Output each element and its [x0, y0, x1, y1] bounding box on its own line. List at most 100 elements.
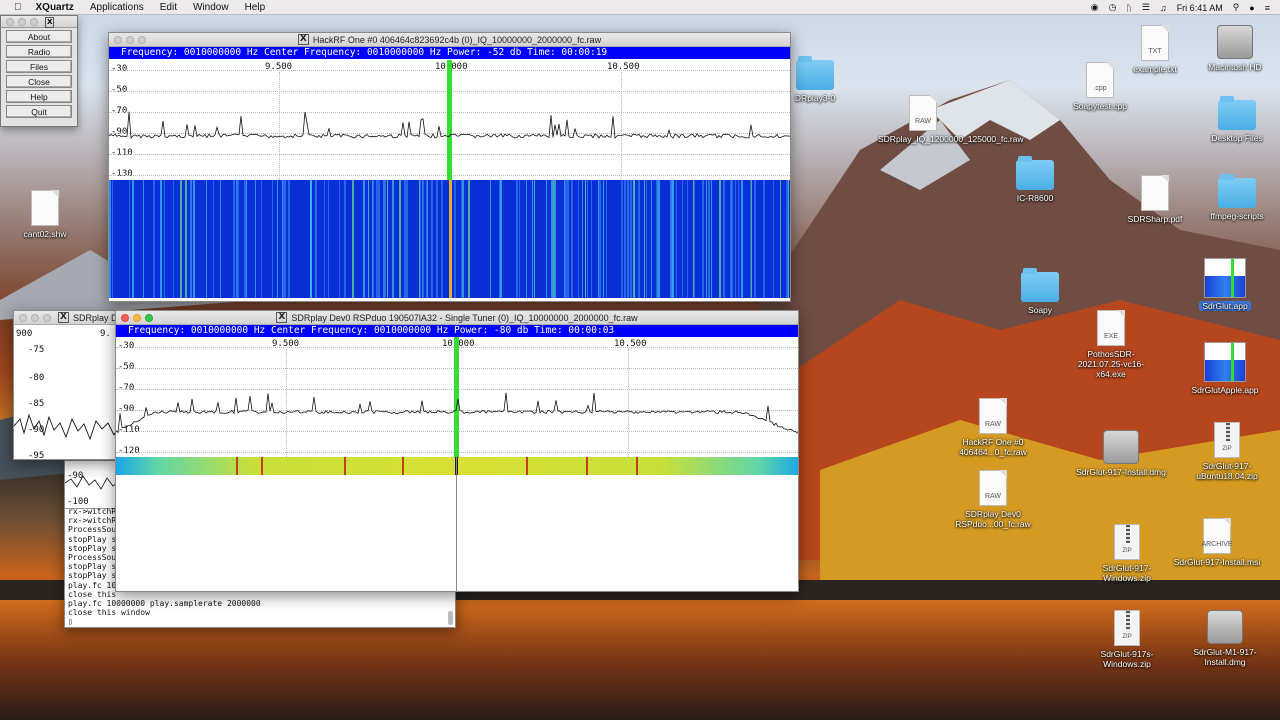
desktop-icon-3[interactable]: RAW SDRplay_IQ_1200000_125000_fc.raw [878, 95, 1024, 144]
close-button[interactable]: Close [6, 75, 72, 88]
sdrplay-titlebar[interactable]: X SDRplay Dev0 RSPduo 190507lA32 - Singl… [116, 311, 798, 325]
small-spectrum-trace [14, 413, 116, 441]
zoom-window-icon [145, 314, 153, 322]
desktop-icon-16[interactable]: SdrGlut-917-Install.dmg [1076, 430, 1166, 477]
desktop-icon-label: ffmpeg-scripts [1210, 211, 1264, 221]
document-icon: TXT [1141, 25, 1169, 61]
record-icon[interactable]: ◉ [1091, 2, 1099, 13]
menu-window[interactable]: Window [193, 2, 229, 13]
desktop-icon-label: SdrGlut-917-Windows.zip [1102, 563, 1152, 583]
files-button[interactable]: Files [6, 60, 72, 73]
hackrf-title: HackRF One #0 406464c823692c4b (0)_IQ_10… [312, 34, 602, 45]
folder-icon [1218, 96, 1256, 130]
hackrf-titlebar[interactable]: X HackRF One #0 406464c823692c4b (0)_IQ_… [109, 33, 790, 47]
zip-icon: ZIP [1114, 524, 1140, 560]
menu-list-icon[interactable]: ≡ [1265, 3, 1270, 13]
clock[interactable]: Fri 6:41 AM [1177, 3, 1223, 13]
menu-edit[interactable]: Edit [160, 2, 177, 13]
document-icon: RAW [979, 470, 1007, 506]
sdrplay-title: SDRplay Dev0 RSPduo 190507lA32 - Single … [291, 312, 638, 323]
document-icon: RAW [909, 95, 937, 131]
sdrplay-center-line [456, 457, 457, 591]
sdrplay-window: X SDRplay Dev0 RSPduo 190507lA32 - Singl… [115, 310, 799, 592]
desktop-icon-11[interactable]: Soapy [995, 268, 1085, 315]
document-icon: RAW [979, 398, 1007, 434]
desktop-icon-13[interactable]: SdrGlut.app [1180, 258, 1270, 311]
desktop-icon-19[interactable]: ZIP SdrGlut-917-Windows.zip [1082, 524, 1172, 583]
desktop-icon-label: SDRplay Dev0 RSPduo...00_fc.raw [955, 509, 1031, 529]
document-icon [1141, 175, 1169, 211]
menu-applications[interactable]: Applications [90, 2, 144, 13]
desktop-icon-label: DRplay3-0 [794, 93, 836, 103]
help-button[interactable]: Help [6, 90, 72, 103]
center-frequency-marker [454, 337, 459, 457]
time-machine-icon[interactable]: ◷ [1109, 2, 1117, 13]
desktop-icon-label: HackRF One #0 406464...0_fc.raw [959, 437, 1027, 457]
x11-icon: X [276, 312, 288, 323]
desktop-icon-21[interactable]: ZIP SdrGlut-917s-Windows.zip [1082, 610, 1172, 669]
zip-icon: ZIP [1114, 610, 1140, 646]
bluetooth-icon[interactable]: ᚢ [1126, 3, 1131, 13]
desktop-icon-label: Soapy [1027, 305, 1053, 315]
control-panel-window: X About Radio Files Close Help Quit [0, 15, 78, 127]
desktop-icon-18[interactable]: RAW SDRplay Dev0 RSPduo...00_fc.raw [948, 470, 1038, 529]
desktop-icon-7[interactable]: Desktop Files [1192, 96, 1280, 143]
small-sdrplay-window: X SDRplay D 900 9. -75 -80 -85 -90 -95 [13, 310, 117, 460]
desktop-icon-1[interactable]: cant02.shw [0, 190, 90, 239]
control-panel-titlebar: X [1, 16, 77, 28]
sdrplay-waterfall[interactable] [116, 457, 798, 475]
desktop-icon-label: SDRplay_IQ_1200000_125000_fc.raw [878, 134, 1024, 144]
desktop-icon-14[interactable]: SdrGlutApple.app [1180, 342, 1270, 395]
hackrf-spectrum-plot[interactable]: 9.50010.00010.500-30-50-70-90-110-130 [109, 60, 790, 180]
desktop-icon-label: IC-R8600 [1016, 193, 1054, 203]
hackrf-waterfall[interactable] [109, 180, 790, 298]
desktop-icon-10[interactable]: ffmpeg-scripts [1192, 174, 1280, 221]
desktop-icon-label: Soapytest.cpp [1073, 101, 1127, 111]
sdrplay-spectrum-plot[interactable]: 9.50010.00010.500-30-50-70-90-110-120 [116, 337, 798, 457]
desktop-icon-label: Macintosh HD [1208, 62, 1262, 72]
waterfall-image [236, 457, 638, 475]
menu-app-name[interactable]: XQuartz [36, 2, 74, 13]
hackrf-window: X HackRF One #0 406464c823692c4b (0)_IQ_… [108, 32, 791, 302]
desktop-icon-17[interactable]: ZIP SdrGlut-917-uBuntu18.04.zip [1182, 422, 1272, 481]
close-window-icon [121, 314, 129, 322]
app-icon [1204, 258, 1246, 298]
app-icon [1204, 342, 1246, 382]
desktop-icon-6[interactable]: Macintosh HD [1190, 25, 1280, 72]
desktop-icon-15[interactable]: RAW HackRF One #0 406464...0_fc.raw [948, 398, 1038, 457]
desktop-icon-20[interactable]: ARCHIVE SdrGlut-917-Install.msi [1172, 518, 1262, 567]
folder-icon [796, 56, 834, 90]
desktop-icon-label: SdrGlut-917-Install.dmg [1076, 467, 1166, 477]
about-button[interactable]: About [6, 30, 72, 43]
spectrum-trace [116, 337, 798, 457]
document-icon: ARCHIVE [1201, 518, 1233, 554]
spectrum-trace [109, 60, 790, 180]
desktop-icon-label: SdrGlut-917s-Windows.zip [1100, 649, 1154, 669]
search-icon[interactable]: ⚲ [1233, 2, 1240, 13]
desktop-icon-label: PothosSDR-2021.07.25-vc16-x64.exe [1077, 349, 1145, 379]
quit-button[interactable]: Quit [6, 105, 72, 118]
menu-help[interactable]: Help [245, 2, 266, 13]
desktop-icon-label: SdrGlut-M1-917-Install.dmg [1193, 647, 1257, 667]
desktop-icon-label: SdrGlutApple.app [1191, 385, 1259, 395]
desktop-icon-12[interactable]: EXE PothosSDR-2021.07.25-vc16-x64.exe [1066, 310, 1156, 379]
sdrplay-info-bar: Frequency: 0010000000 Hz Center Frequenc… [116, 325, 798, 337]
desktop-icon-8[interactable]: IC-R8600 [990, 156, 1080, 203]
desktop-icon-22[interactable]: SdrGlut-M1-917-Install.dmg [1180, 610, 1270, 667]
hackrf-info-bar: Frequency: 0010000000 Hz Center Frequenc… [109, 47, 790, 59]
desktop-icon-5[interactable]: TXT example.txt [1110, 25, 1200, 74]
desktop-icon-label: SDRSharp.pdf [1127, 214, 1183, 224]
user-icon[interactable]: ● [1249, 3, 1254, 13]
terminal-scrollbar[interactable] [448, 611, 453, 625]
waterfall-image [109, 180, 789, 298]
desktop-icon-label: SdrGlut-917-uBuntu18.04.zip [1196, 461, 1258, 481]
wifi-icon[interactable]: ☰ [1142, 2, 1150, 13]
radio-button[interactable]: Radio [6, 45, 72, 58]
folder-icon [1016, 156, 1054, 190]
volume-icon[interactable]: ♫ [1160, 3, 1167, 13]
disk-icon [1103, 430, 1139, 464]
desktop-icon-9[interactable]: SDRSharp.pdf [1110, 175, 1200, 224]
apple-menu-icon[interactable]:  [14, 2, 22, 13]
folder-icon [1218, 174, 1256, 208]
zip-icon: ZIP [1214, 422, 1240, 458]
